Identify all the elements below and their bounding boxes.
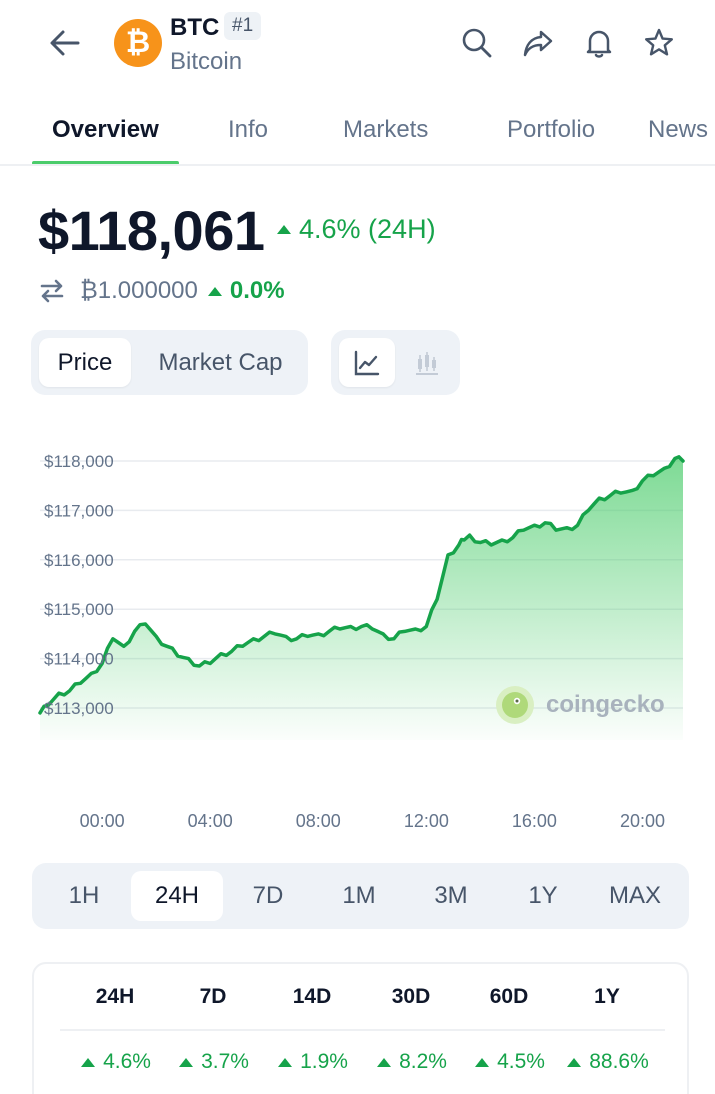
coin-name: Bitcoin xyxy=(170,48,243,75)
perf-value: 1.9% xyxy=(263,1050,363,1074)
range-max[interactable]: MAX xyxy=(589,871,681,921)
x-tick-label: 00:00 xyxy=(80,811,125,831)
bell-icon xyxy=(586,30,612,58)
candlestick-chart-button[interactable] xyxy=(399,338,455,387)
market-cap-toggle[interactable]: Market Cap xyxy=(139,338,302,387)
up-triangle-icon xyxy=(277,225,291,234)
btc-price-value: ₿1.000000 xyxy=(80,277,198,304)
btc-change-value: 0.0% xyxy=(229,277,285,304)
btc-price-row: ₿1.000000 0.0% xyxy=(38,274,285,308)
range-24h[interactable]: 24H xyxy=(131,871,223,921)
up-triangle-icon xyxy=(81,1057,96,1067)
price-chart-svg: $113,000 $114,000 $115,000 $116,000 $117,000… xyxy=(38,452,685,831)
y-tick-label: $116,000 xyxy=(44,551,114,570)
favorite-button[interactable] xyxy=(638,22,680,64)
y-tick-label: $114,000 xyxy=(44,650,114,669)
candlestick-chart-icon xyxy=(416,351,438,375)
up-triangle-icon xyxy=(377,1057,392,1067)
btc-price-change: 0.0% xyxy=(207,277,285,305)
perf-value: 88.6% xyxy=(558,1050,658,1074)
alert-button[interactable] xyxy=(578,22,620,64)
time-range-selector: 1H 24H 7D 1M 3M 1Y MAX xyxy=(32,863,689,929)
share-icon xyxy=(523,30,553,57)
up-triangle-icon xyxy=(475,1057,490,1067)
line-chart-button[interactable] xyxy=(339,338,395,387)
price-change-value: 4.6% (24H) xyxy=(299,214,436,244)
perf-value-text: 1.9% xyxy=(300,1050,348,1073)
header: ₿ BTC #1 Bitcoin xyxy=(0,0,715,95)
watermark-text: coingecko xyxy=(546,691,665,718)
range-1y[interactable]: 1Y xyxy=(497,871,589,921)
current-price: $118,061 xyxy=(38,199,265,262)
perf-value: 8.2% xyxy=(362,1050,462,1074)
y-tick-label: $118,000 xyxy=(44,452,114,471)
search-button[interactable] xyxy=(456,22,498,64)
perf-header: 60D xyxy=(489,985,529,1008)
rank-badge: #1 xyxy=(224,12,262,40)
price-toggle[interactable]: Price xyxy=(39,338,131,387)
share-button[interactable] xyxy=(517,22,559,64)
perf-value-text: 88.6% xyxy=(589,1050,649,1073)
perf-value-text: 4.6% xyxy=(103,1050,151,1073)
perf-value: 4.5% xyxy=(460,1050,560,1074)
x-tick-label: 12:00 xyxy=(404,811,449,831)
perf-value: 4.6% xyxy=(66,1050,166,1074)
perf-value-text: 3.7% xyxy=(201,1050,249,1073)
perf-header: 24H xyxy=(95,985,135,1008)
perf-header: 14D xyxy=(292,985,332,1008)
up-triangle-icon xyxy=(278,1057,293,1067)
y-tick-label: $115,000 xyxy=(44,600,114,619)
x-tick-label: 04:00 xyxy=(188,811,233,831)
range-1h[interactable]: 1H xyxy=(38,871,130,921)
up-triangle-icon xyxy=(179,1057,194,1067)
up-triangle-icon xyxy=(567,1057,582,1067)
up-triangle-icon xyxy=(207,286,222,296)
divider xyxy=(60,1029,665,1031)
swap-icon[interactable] xyxy=(38,277,66,305)
performance-table: 24H 7D 14D 30D 60D 1Y 4.6% 3.7% 1.9% 8.2… xyxy=(32,962,689,1094)
back-button[interactable] xyxy=(44,22,86,64)
range-1m[interactable]: 1M xyxy=(313,871,405,921)
perf-value-text: 4.5% xyxy=(497,1050,545,1073)
tab-news[interactable]: News xyxy=(648,116,708,144)
active-tab-indicator xyxy=(32,161,179,164)
back-arrow-icon xyxy=(50,30,80,56)
tab-overview[interactable]: Overview xyxy=(52,116,159,144)
range-7d[interactable]: 7D xyxy=(222,871,314,921)
tab-markets[interactable]: Markets xyxy=(343,116,428,144)
coin-symbol: BTC xyxy=(170,14,220,41)
perf-header: 7D xyxy=(199,985,227,1008)
y-tick-label: $113,000 xyxy=(44,699,114,718)
search-icon xyxy=(462,28,492,58)
x-tick-label: 08:00 xyxy=(296,811,341,831)
perf-value-text: 8.2% xyxy=(399,1050,447,1073)
coin-logo: ₿ xyxy=(114,19,162,67)
perf-header: 30D xyxy=(391,985,431,1008)
perf-value: 3.7% xyxy=(164,1050,264,1074)
chart-type-toggle xyxy=(331,330,460,395)
x-tick-label: 20:00 xyxy=(620,811,665,831)
line-chart-icon xyxy=(354,350,380,375)
metric-toggle: Price Market Cap xyxy=(31,330,308,395)
price-chart[interactable]: $113,000 $114,000 $115,000 $116,000 $117,000… xyxy=(0,440,715,850)
x-tick-label: 16:00 xyxy=(512,811,557,831)
coingecko-logo xyxy=(496,686,534,724)
perf-header: 1Y xyxy=(594,985,620,1008)
tab-info[interactable]: Info xyxy=(228,116,268,144)
coingecko-watermark: coingecko xyxy=(496,686,665,724)
star-icon xyxy=(645,28,673,56)
range-3m[interactable]: 3M xyxy=(405,871,497,921)
tab-portfolio[interactable]: Portfolio xyxy=(507,116,595,144)
price-change: 4.6% (24H) xyxy=(277,214,436,245)
section-tabs: Overview Info Markets Portfolio News xyxy=(0,100,715,166)
y-tick-label: $117,000 xyxy=(44,501,114,520)
